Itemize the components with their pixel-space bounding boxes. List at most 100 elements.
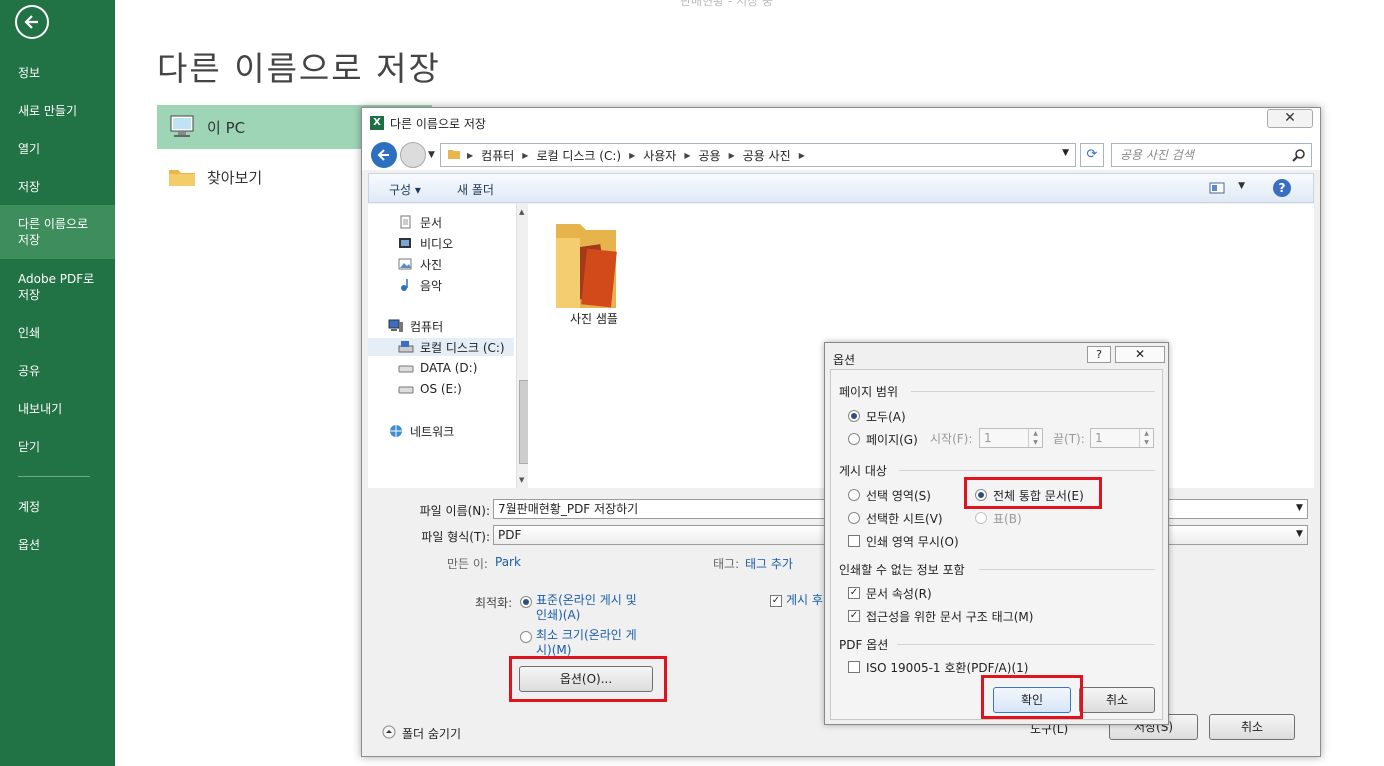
spin-arrows-icon[interactable]: ▲ ▼ — [1139, 429, 1153, 447]
author-value[interactable]: Park — [495, 555, 521, 569]
nav-save-as[interactable]: 다른 이름으로 저장 — [0, 205, 115, 259]
nav-close[interactable]: 닫기 — [0, 439, 115, 455]
search-icon[interactable] — [1292, 147, 1306, 169]
optimize-standard-label[interactable]: 표준(온라인 게시 및 인쇄)(A) — [536, 593, 637, 623]
breadcrumb-item[interactable]: 공용 — [699, 147, 721, 164]
tree-item-videos[interactable]: 비디오 — [398, 234, 453, 252]
from-spinner[interactable]: 1 ▲ ▼ — [979, 428, 1043, 448]
structure-tags-label[interactable]: 접근성을 위한 문서 구조 태그(M) — [866, 608, 1033, 625]
breadcrumb-item[interactable]: 사용자 — [643, 147, 676, 164]
tags-value[interactable]: 태그 추가 — [745, 555, 793, 572]
nav-export[interactable]: 내보내기 — [0, 401, 115, 417]
tree-item-pictures[interactable]: 사진 — [398, 255, 442, 273]
view-icon[interactable] — [1209, 182, 1225, 197]
tree-item-documents[interactable]: 문서 — [398, 213, 442, 231]
tree-label: 컴퓨터 — [410, 319, 444, 334]
selection-label[interactable]: 선택 영역(S) — [866, 487, 931, 504]
nav-print[interactable]: 인쇄 — [0, 325, 115, 341]
chevron-down-icon[interactable]: ▼ — [1062, 148, 1069, 158]
author-label: 만든 이: — [447, 557, 488, 571]
page-range-all-radio[interactable] — [848, 410, 860, 422]
tree-item-local-disk-c[interactable]: 로컬 디스크 (C:) — [368, 338, 514, 356]
publish-after-label[interactable]: 게시 후 — [786, 593, 823, 608]
nav-info[interactable]: 정보 — [0, 65, 115, 81]
ignore-print-areas-label[interactable]: 인쇄 영역 무시(O) — [866, 533, 959, 550]
tree-item-data-d[interactable]: DATA (D:) — [398, 359, 477, 377]
tree-label: 음악 — [420, 278, 443, 293]
tree-item-computer[interactable]: 컴퓨터 — [388, 317, 443, 335]
document-properties-checkbox[interactable]: ✓ — [848, 587, 860, 599]
ignore-print-areas-checkbox[interactable] — [848, 535, 860, 547]
active-sheets-radio[interactable] — [848, 512, 860, 524]
table-label: 표(B) — [993, 512, 1022, 526]
group-divider — [899, 470, 1155, 471]
pdf-options-title: PDF 옵션 — [839, 638, 889, 652]
dialog-close-button[interactable]: ✕ — [1267, 109, 1313, 128]
scroll-down-icon[interactable]: ▼ — [519, 476, 524, 484]
page-range-all-label[interactable]: 모두(A) — [866, 408, 906, 425]
options-help-button[interactable]: ? — [1087, 346, 1111, 363]
spin-arrows-icon[interactable]: ▲ ▼ — [1028, 429, 1042, 447]
photo-folder-icon[interactable] — [552, 218, 622, 311]
folder-small-icon — [447, 148, 461, 163]
collapse-up-icon[interactable] — [382, 725, 396, 742]
nav-account[interactable]: 계정 — [0, 499, 115, 515]
organize-button[interactable]: 구성 ▾ — [389, 181, 421, 198]
to-label: 끝(T): — [1053, 432, 1085, 446]
iso-label[interactable]: ISO 19005-1 호환(PDF/A)(1) — [866, 659, 1028, 676]
selection-radio[interactable] — [848, 489, 860, 501]
nav-divider — [18, 476, 90, 477]
refresh-icon[interactable]: ⟳ — [1080, 143, 1104, 167]
search-input[interactable]: 공용 사진 검색 — [1111, 143, 1312, 167]
excel-icon: X — [370, 116, 384, 130]
new-folder-button[interactable]: 새 폴더 — [457, 181, 494, 198]
hide-folders-label[interactable]: 폴더 숨기기 — [402, 725, 461, 742]
document-properties-label[interactable]: 문서 속성(R) — [866, 585, 932, 602]
command-bar: 구성 ▾ 새 폴더 ▼ ? — [368, 173, 1314, 203]
nav-save[interactable]: 저장 — [0, 179, 115, 195]
structure-tags-checkbox[interactable]: ✓ — [848, 610, 860, 622]
options-title: 옵션 — [833, 353, 856, 367]
picture-icon — [398, 257, 414, 271]
nav-save-adobe-pdf[interactable]: Adobe PDF로 저장 — [0, 271, 115, 303]
nav-new[interactable]: 새로 만들기 — [0, 103, 115, 119]
location-label: 찾아보기 — [207, 168, 263, 187]
back-arrow-icon[interactable] — [15, 5, 49, 39]
nav-options[interactable]: 옵션 — [0, 537, 115, 553]
page-range-pages-label[interactable]: 페이지(G) — [866, 431, 918, 448]
tree-item-network[interactable]: 네트워크 — [388, 422, 454, 440]
view-dropdown-icon[interactable]: ▼ — [1238, 181, 1245, 191]
publish-after-checkbox[interactable]: ✓ — [770, 595, 782, 607]
optimize-minimum-radio[interactable] — [520, 631, 532, 643]
active-sheets-label[interactable]: 선택한 시트(V) — [866, 510, 943, 527]
page-range-title: 페이지 범위 — [839, 385, 899, 399]
optimize-standard-radio[interactable] — [520, 596, 532, 608]
cancel-button[interactable]: 취소 — [1209, 714, 1295, 740]
filetype-dropdown-icon[interactable]: ▼ — [1296, 529, 1303, 539]
group-divider — [979, 569, 1155, 570]
back-icon[interactable] — [371, 142, 397, 168]
breadcrumb[interactable]: ▶ 컴퓨터 ▶ 로컬 디스크 (C:) ▶ 사용자 ▶ 공용 ▶ 공용 사진 ▶… — [440, 143, 1076, 167]
options-cancel-button[interactable]: 취소 — [1079, 687, 1155, 713]
folder-label[interactable]: 사진 샘플 — [570, 310, 618, 327]
non-printing-title: 인쇄할 수 없는 정보 포함 — [839, 563, 965, 577]
filename-dropdown-icon[interactable]: ▼ — [1296, 503, 1303, 513]
nav-open[interactable]: 열기 — [0, 141, 115, 157]
tree-item-music[interactable]: 음악 — [398, 276, 442, 294]
scroll-up-icon[interactable]: ▲ — [519, 208, 524, 216]
nav-share[interactable]: 공유 — [0, 363, 115, 379]
breadcrumb-item[interactable]: 로컬 디스크 (C:) — [536, 147, 621, 164]
iso-checkbox[interactable] — [848, 661, 860, 673]
page-range-pages-radio[interactable] — [848, 433, 860, 445]
to-value: 1 — [1095, 431, 1103, 445]
options-close-button[interactable]: ✕ — [1115, 346, 1165, 363]
tree-item-os-e[interactable]: OS (E:) — [398, 380, 462, 398]
forward-icon[interactable] — [400, 142, 426, 168]
history-dropdown-icon[interactable]: ▼ — [428, 150, 435, 160]
to-spinner[interactable]: 1 ▲ ▼ — [1090, 428, 1154, 448]
breadcrumb-item[interactable]: 공용 사진 — [743, 147, 791, 164]
tree-label: DATA (D:) — [420, 361, 478, 375]
breadcrumb-item[interactable]: 컴퓨터 — [481, 147, 514, 164]
help-icon[interactable]: ? — [1273, 179, 1291, 197]
optimize-minimum-label[interactable]: 최소 크기(온라인 게 시)(M) — [536, 628, 637, 658]
